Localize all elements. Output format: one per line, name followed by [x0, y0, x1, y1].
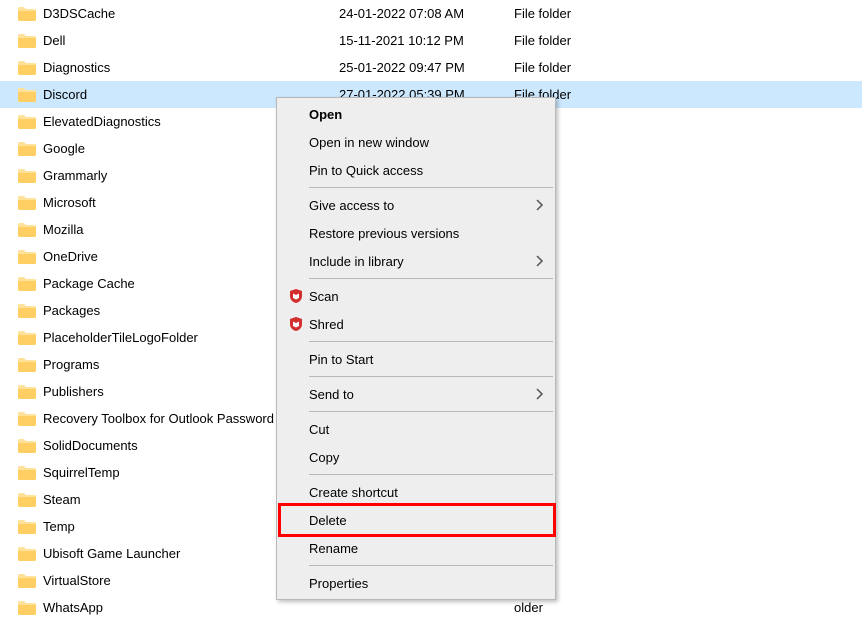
folder-icon	[18, 357, 36, 373]
folder-icon	[18, 141, 36, 157]
file-row[interactable]: D3DSCache24-01-2022 07:08 AMFile folder	[0, 0, 862, 27]
menu-item-label: Open	[309, 107, 531, 122]
menu-separator	[309, 474, 553, 475]
folder-icon	[18, 519, 36, 535]
menu-item-include-in-library[interactable]: Include in library	[279, 247, 553, 275]
file-date: 24-01-2022 07:08 AM	[339, 6, 514, 21]
folder-icon	[18, 411, 36, 427]
file-name: Dell	[39, 33, 339, 48]
chevron-right-icon	[536, 388, 544, 400]
menu-item-pin-to-start[interactable]: Pin to Start	[279, 345, 553, 373]
folder-icon	[18, 60, 36, 76]
mcafee-icon	[283, 288, 309, 304]
folder-icon	[18, 276, 36, 292]
file-type: File folder	[514, 6, 664, 21]
file-type: File folder	[514, 60, 664, 75]
menu-item-label: Shred	[309, 317, 531, 332]
file-type: File folder	[514, 33, 664, 48]
menu-item-scan[interactable]: Scan	[279, 282, 553, 310]
submenu-arrow	[531, 255, 549, 267]
menu-item-label: Include in library	[309, 254, 531, 269]
folder-icon	[18, 546, 36, 562]
menu-item-label: Properties	[309, 576, 531, 591]
menu-item-properties[interactable]: Properties	[279, 569, 553, 597]
menu-separator	[309, 411, 553, 412]
menu-item-label: Create shortcut	[309, 485, 531, 500]
menu-separator	[309, 341, 553, 342]
file-date: 25-01-2022 09:47 PM	[339, 60, 514, 75]
menu-item-cut[interactable]: Cut	[279, 415, 553, 443]
context-menu: Open Open in new window Pin to Quick acces…	[276, 97, 556, 600]
menu-item-label: Restore previous versions	[309, 226, 531, 241]
folder-icon	[18, 249, 36, 265]
chevron-right-icon	[536, 199, 544, 211]
menu-item-delete[interactable]: Delete	[279, 506, 553, 534]
submenu-arrow	[531, 388, 549, 400]
menu-item-rename[interactable]: Rename	[279, 534, 553, 562]
menu-item-restore-previous-versions[interactable]: Restore previous versions	[279, 219, 553, 247]
menu-item-label: Open in new window	[309, 135, 531, 150]
file-row[interactable]: Diagnostics25-01-2022 09:47 PMFile folde…	[0, 54, 862, 81]
menu-item-label: Pin to Quick access	[309, 163, 531, 178]
folder-icon	[18, 87, 36, 103]
folder-icon	[18, 492, 36, 508]
menu-item-label: Send to	[309, 387, 531, 402]
menu-separator	[309, 565, 553, 566]
file-name: WhatsApp	[39, 600, 339, 615]
folder-icon	[18, 600, 36, 616]
menu-item-label: Cut	[309, 422, 531, 437]
menu-separator	[309, 187, 553, 188]
submenu-arrow	[531, 199, 549, 211]
menu-item-label: Pin to Start	[309, 352, 531, 367]
menu-item-create-shortcut[interactable]: Create shortcut	[279, 478, 553, 506]
file-row[interactable]: Dell15-11-2021 10:12 PMFile folder	[0, 27, 862, 54]
mcafee-icon	[283, 316, 309, 332]
folder-icon	[18, 303, 36, 319]
menu-item-open[interactable]: Open	[279, 100, 553, 128]
file-name: Diagnostics	[39, 60, 339, 75]
folder-icon	[18, 438, 36, 454]
folder-icon	[18, 330, 36, 346]
menu-item-label: Delete	[309, 513, 531, 528]
menu-item-open-in-new-window[interactable]: Open in new window	[279, 128, 553, 156]
folder-icon	[18, 195, 36, 211]
folder-icon	[18, 168, 36, 184]
file-name: D3DSCache	[39, 6, 339, 21]
menu-item-pin-to-quick-access[interactable]: Pin to Quick access	[279, 156, 553, 184]
folder-icon	[18, 465, 36, 481]
mcafee-shield-icon	[288, 316, 304, 332]
chevron-right-icon	[536, 255, 544, 267]
menu-item-label: Give access to	[309, 198, 531, 213]
menu-item-shred[interactable]: Shred	[279, 310, 553, 338]
menu-separator	[309, 376, 553, 377]
folder-icon	[18, 33, 36, 49]
folder-icon	[18, 384, 36, 400]
menu-item-send-to[interactable]: Send to	[279, 380, 553, 408]
folder-icon	[18, 222, 36, 238]
folder-icon	[18, 6, 36, 22]
menu-item-label: Copy	[309, 450, 531, 465]
mcafee-shield-icon	[288, 288, 304, 304]
file-type: older	[514, 600, 664, 615]
folder-icon	[18, 114, 36, 130]
folder-icon	[18, 573, 36, 589]
menu-item-copy[interactable]: Copy	[279, 443, 553, 471]
menu-item-label: Scan	[309, 289, 531, 304]
file-date: 15-11-2021 10:12 PM	[339, 33, 514, 48]
menu-item-give-access-to[interactable]: Give access to	[279, 191, 553, 219]
menu-separator	[309, 278, 553, 279]
menu-item-label: Rename	[309, 541, 531, 556]
